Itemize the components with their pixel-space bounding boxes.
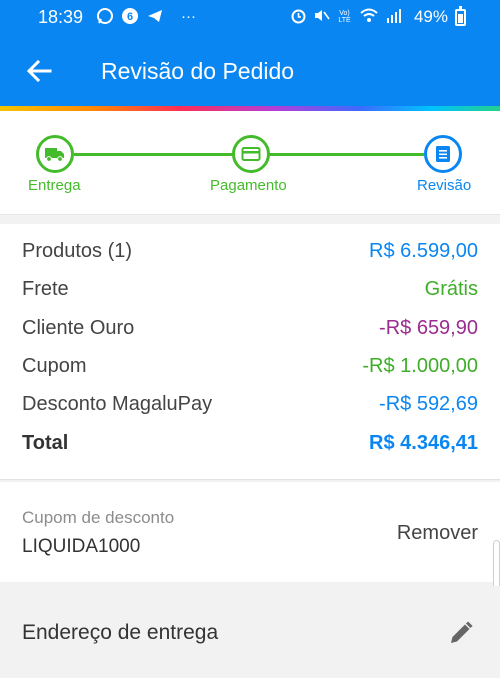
list-icon bbox=[436, 146, 450, 162]
summary-value: -R$ 1.000,00 bbox=[362, 355, 478, 377]
stepper-connector bbox=[268, 153, 424, 156]
summary-row-produtos: Produtos (1) R$ 6.599,00 bbox=[22, 240, 478, 270]
step-label-entrega: Entrega bbox=[28, 177, 81, 194]
step-label-pagamento: Pagamento bbox=[210, 177, 287, 194]
signal-icon bbox=[387, 9, 401, 23]
mute-icon bbox=[315, 10, 330, 21]
telegram-icon bbox=[148, 10, 162, 22]
remove-coupon-button[interactable]: Remover bbox=[397, 522, 478, 545]
summary-label: Frete bbox=[22, 278, 69, 300]
b-app-icon: 6 bbox=[122, 8, 138, 24]
address-card[interactable] bbox=[0, 678, 500, 689]
summary-value: -R$ 659,90 bbox=[379, 317, 478, 339]
more-dots-icon: ··· bbox=[181, 7, 196, 25]
summary-row-desconto-magalupay: Desconto MagaluPay -R$ 592,69 bbox=[22, 393, 478, 423]
svg-text:LTE: LTE bbox=[338, 17, 351, 24]
truck-icon bbox=[45, 148, 64, 162]
summary-label: Desconto MagaluPay bbox=[22, 393, 213, 415]
order-summary: Produtos (1) R$ 6.599,00 Frete Grátis Cl… bbox=[0, 224, 500, 480]
pencil-icon[interactable] bbox=[446, 618, 476, 648]
battery-icon bbox=[455, 6, 466, 26]
address-section: Endereço de entrega bbox=[0, 586, 500, 689]
checkout-stepper: Entrega Pagamento Revisão bbox=[0, 111, 500, 215]
app-bar: Revisão do Pedido bbox=[0, 34, 500, 106]
wifi-icon bbox=[360, 8, 378, 22]
arrow-back-icon[interactable] bbox=[24, 56, 54, 86]
card-icon bbox=[241, 147, 261, 161]
summary-label: Total bbox=[22, 432, 69, 454]
summary-value: -R$ 592,69 bbox=[379, 393, 478, 415]
svg-text:Vo): Vo) bbox=[339, 10, 350, 17]
page-title: Revisão do Pedido bbox=[101, 58, 295, 84]
system-icons: Vo) LTE bbox=[290, 7, 402, 24]
volte-icon: Vo)LTE bbox=[338, 10, 351, 24]
status-bar: 18:39 6 ··· Vo) LTE 49% bbox=[0, 0, 500, 34]
summary-row-total: Total R$ 4.346,41 bbox=[22, 432, 478, 462]
battery-percentage: 49% bbox=[413, 7, 448, 26]
address-title: Endereço de entrega bbox=[22, 621, 219, 644]
whatsapp-icon bbox=[97, 8, 113, 24]
summary-label: Cliente Ouro bbox=[22, 317, 135, 339]
summary-label: Produtos (1) bbox=[22, 240, 133, 262]
summary-row-cliente-ouro: Cliente Ouro -R$ 659,90 bbox=[22, 317, 478, 347]
coupon-section: Cupom de desconto LIQUIDA1000 Remover bbox=[0, 482, 500, 582]
step-pagamento[interactable] bbox=[232, 135, 270, 173]
summary-row-frete: Frete Grátis bbox=[22, 278, 478, 308]
svg-text:6: 6 bbox=[127, 11, 133, 23]
notification-icons: 6 ··· bbox=[96, 7, 196, 25]
step-entrega[interactable] bbox=[36, 135, 74, 173]
coupon-code: LIQUIDA1000 bbox=[22, 536, 141, 557]
summary-value: R$ 6.599,00 bbox=[369, 240, 478, 262]
summary-value: R$ 4.346,41 bbox=[369, 432, 478, 454]
alarm-icon bbox=[291, 9, 306, 24]
status-time: 18:39 bbox=[38, 7, 84, 27]
coupon-caption: Cupom de desconto bbox=[22, 508, 175, 527]
step-label-revisao: Revisão bbox=[417, 177, 472, 194]
summary-label: Cupom bbox=[22, 355, 87, 377]
step-revisao[interactable] bbox=[424, 135, 462, 173]
stepper-connector bbox=[74, 153, 234, 156]
summary-value: Grátis bbox=[424, 278, 478, 300]
summary-row-cupom: Cupom -R$ 1.000,00 bbox=[22, 355, 478, 385]
